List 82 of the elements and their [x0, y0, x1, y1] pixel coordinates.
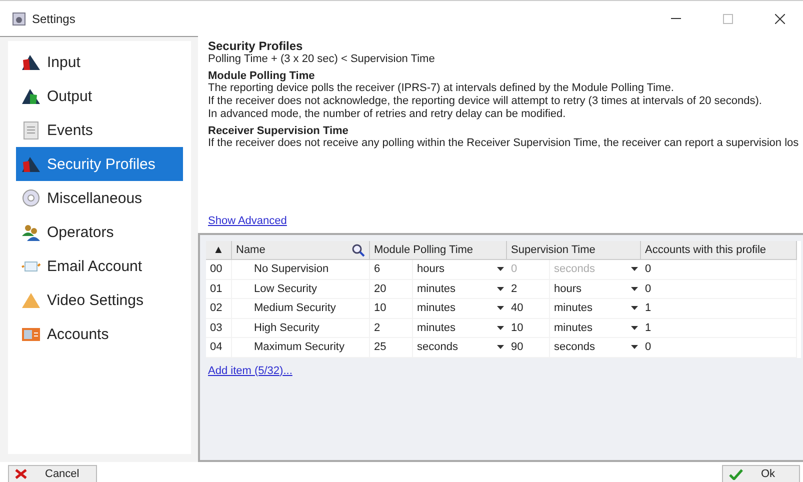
description-text: If the receiver does not receive any polling within the Receiver Supervision Time, the receiver can report a supervision los	[208, 137, 800, 150]
row-number: 04	[206, 338, 232, 358]
unit-dropdown[interactable]: minutes	[413, 280, 507, 299]
search-icon[interactable]	[352, 244, 365, 256]
unit-dropdown[interactable]: minutes	[550, 299, 641, 318]
close-icon	[775, 14, 785, 24]
disc-icon	[21, 188, 41, 208]
section-title: Security Profiles	[208, 39, 304, 53]
sidebar-item[interactable]: Video Settings	[16, 283, 183, 317]
maximize-icon	[723, 14, 733, 24]
table-cell: 10	[370, 299, 413, 318]
sidebar-item[interactable]: Security Profiles	[16, 147, 183, 181]
table-cell: Maximum Security	[232, 338, 370, 358]
caret-icon	[631, 306, 638, 310]
sidebar-item[interactable]: Miscellaneous	[16, 181, 183, 215]
row-number: 01	[206, 280, 232, 299]
row-number: 00	[206, 260, 232, 280]
table-cell: 0	[641, 280, 797, 299]
table-cell: 0	[507, 260, 550, 280]
window-title: Settings	[32, 12, 76, 26]
sidebar-item[interactable]: Operators	[16, 215, 183, 249]
caret-icon	[497, 345, 504, 350]
unit-dropdown[interactable]: hours	[550, 280, 641, 299]
minimize-icon	[671, 18, 681, 19]
formula-text: Polling Time + (3 x 20 sec) < Supervision Time	[208, 53, 436, 66]
column-header[interactable]: Supervision Time	[507, 241, 641, 260]
show-advanced-link[interactable]: Show Advanced	[208, 215, 287, 227]
table-cell: Medium Security	[232, 299, 370, 318]
table-cell: 90	[507, 338, 550, 358]
table-cell: 0	[641, 260, 797, 280]
table-cell: 2	[507, 280, 550, 299]
unit-dropdown[interactable]: minutes	[550, 318, 641, 338]
table-cell: 20	[370, 280, 413, 299]
unit-dropdown[interactable]: minutes	[413, 299, 507, 318]
caret-icon	[631, 267, 638, 272]
caret-icon	[497, 326, 504, 330]
ok-button[interactable]: Ok	[722, 465, 800, 482]
document-icon	[21, 120, 41, 140]
app-icon	[12, 12, 26, 26]
sort-header[interactable]: ▲	[206, 241, 232, 260]
unit-dropdown[interactable]: minutes	[413, 318, 507, 338]
table-cell: 10	[507, 318, 550, 338]
table-cell: 1	[641, 299, 797, 318]
row-number: 02	[206, 299, 232, 318]
description-text: If the receiver does not acknowledge, the reporting device will attempt to retry (3 times at intervals of 20 seconds).	[208, 95, 763, 108]
checkmark-icon	[729, 468, 743, 480]
unit-dropdown[interactable]: seconds	[413, 338, 507, 358]
sidebar-item[interactable]: Output	[16, 79, 183, 113]
sidebar-item[interactable]: Events	[16, 113, 183, 147]
add-item-link[interactable]: Add item (5/32)...	[208, 364, 292, 376]
column-header[interactable]: Module Polling Time	[370, 241, 507, 260]
table-cell: 2	[370, 318, 413, 338]
table-cell: Low Security	[232, 280, 370, 299]
people-icon	[21, 222, 41, 242]
table-cell: 1	[641, 318, 797, 338]
section-heading: Receiver Supervision Time	[208, 125, 350, 137]
caret-icon	[497, 306, 504, 310]
table-cell: 40	[507, 299, 550, 318]
sidebar-item[interactable]: Email Account	[16, 249, 183, 283]
caret-icon	[497, 286, 504, 291]
caret-icon	[631, 286, 638, 291]
column-header[interactable]: Name	[232, 241, 370, 260]
description-text: The reporting device polls the receiver (IPRS-7) at intervals defined by the Module Polling Time.	[208, 82, 675, 95]
unit-dropdown[interactable]: hours	[413, 260, 507, 280]
close-icon	[15, 469, 27, 479]
column-header[interactable]: Accounts with this profile	[641, 241, 797, 260]
table-cell: 25	[370, 338, 413, 358]
unit-dropdown[interactable]: seconds	[550, 338, 641, 358]
sidebar-item[interactable]: Input	[16, 45, 183, 79]
caret-icon	[631, 326, 638, 330]
cancel-button[interactable]: Cancel	[8, 465, 97, 482]
caret-icon	[497, 267, 504, 272]
caret-icon	[631, 345, 638, 350]
table-cell: High Security	[232, 318, 370, 338]
section-heading: Module Polling Time	[208, 70, 316, 82]
description-text: In advanced mode, the number of retries and retry delay can be modified.	[208, 108, 567, 121]
column-title: Name	[236, 244, 266, 256]
sidebar-item[interactable]: Accounts	[16, 317, 183, 351]
row-number: 03	[206, 318, 232, 338]
table-cell: 6	[370, 260, 413, 280]
table-cell: 0	[641, 338, 797, 358]
table-cell: No Supervision	[232, 260, 370, 280]
